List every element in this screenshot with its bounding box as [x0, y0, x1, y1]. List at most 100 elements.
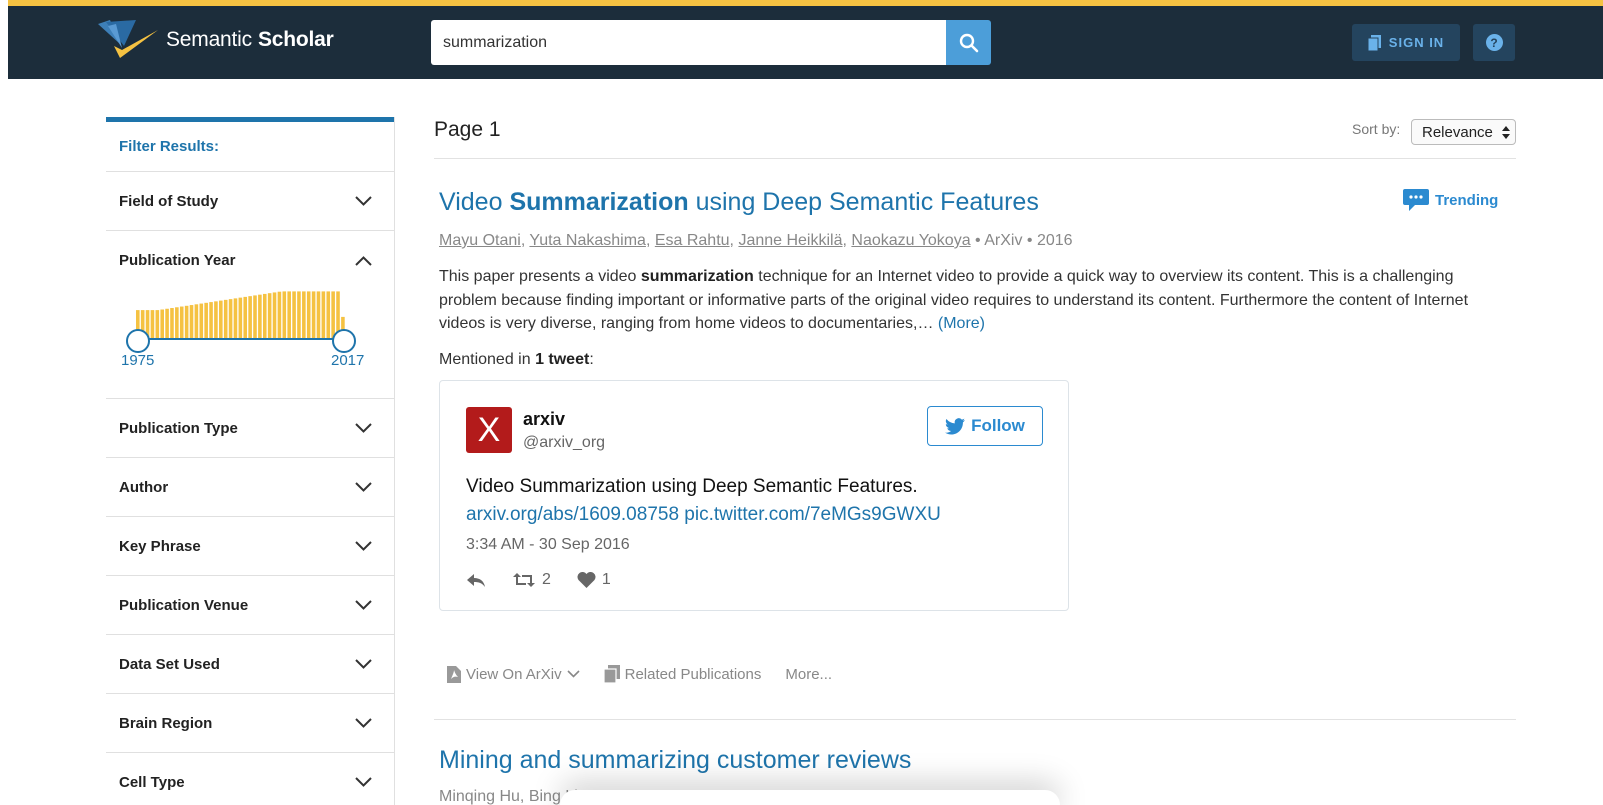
- related-publications-button[interactable]: Related Publications: [603, 665, 761, 683]
- retweet-count: 2: [542, 571, 551, 588]
- facet-field-of-study[interactable]: Field of Study: [106, 172, 394, 231]
- sign-in-button[interactable]: SIGN IN: [1352, 24, 1460, 61]
- search-bar: [431, 20, 991, 65]
- select-arrows-icon: [1502, 125, 1510, 139]
- trending-badge[interactable]: Trending: [1403, 188, 1498, 212]
- chevron-down-icon: [355, 600, 372, 610]
- tweet-text: Video Summarization using Deep Semantic …: [466, 476, 918, 497]
- histogram-bar: [311, 291, 316, 339]
- histogram-bar: [184, 305, 189, 339]
- heart-icon: [577, 572, 596, 588]
- histogram-bar: [238, 297, 243, 339]
- histogram-bars: [136, 291, 345, 339]
- paper-title-link[interactable]: Video Summarization using Deep Semantic …: [439, 188, 1039, 217]
- year-range-start-label: 1975: [121, 352, 155, 369]
- semantic-scholar-logo-icon: [98, 20, 158, 58]
- chevron-down-icon: [567, 670, 580, 678]
- tweet-author-name[interactable]: arxiv: [523, 409, 565, 430]
- histogram-bar: [179, 306, 184, 339]
- follow-label: Follow: [971, 416, 1025, 435]
- histogram-bar: [287, 291, 291, 339]
- logo-text-light: Semantic: [166, 28, 252, 51]
- more-actions-button[interactable]: More...: [785, 666, 832, 683]
- search-input[interactable]: [431, 20, 946, 65]
- paper-actions: View On ArXiv Related Publications More.…: [447, 665, 832, 683]
- filter-sidebar: Filter Results: Field of Study Publicati…: [106, 117, 395, 805]
- facet-author[interactable]: Author: [106, 458, 394, 517]
- histogram-bar: [150, 310, 155, 339]
- facet-publication-type[interactable]: Publication Type: [106, 399, 394, 458]
- divider: [434, 158, 1516, 159]
- histogram-bar: [233, 298, 238, 339]
- histogram-bar: [262, 293, 267, 339]
- search-icon: [959, 33, 978, 52]
- chevron-down-icon: [355, 423, 372, 433]
- logo[interactable]: Semantic Scholar: [96, 16, 334, 64]
- more-link[interactable]: (More): [938, 315, 985, 332]
- histogram-bar: [316, 291, 321, 339]
- mentioned-in-tweets: Mentioned in 1 tweet:: [439, 351, 594, 368]
- facet-data-set-used[interactable]: Data Set Used: [106, 635, 394, 694]
- help-button[interactable]: ?: [1473, 24, 1515, 61]
- chevron-down-icon: [355, 196, 372, 206]
- year-range-handle-end[interactable]: [332, 329, 356, 353]
- histogram-bar: [155, 310, 160, 339]
- documents-icon: [603, 665, 620, 683]
- author-link[interactable]: Mayu Otani: [439, 232, 521, 249]
- tweet-actions: 2 1: [466, 571, 611, 589]
- tweet-avatar[interactable]: X: [466, 407, 512, 453]
- author-link[interactable]: Naokazu Yokoya: [851, 232, 970, 249]
- facet-label: Field of Study: [119, 192, 219, 210]
- like-count: 1: [601, 571, 611, 588]
- tweet-retweet-button[interactable]: 2: [512, 571, 551, 589]
- tweet-author-handle[interactable]: @arxiv_org: [523, 434, 605, 452]
- tweet-reply-button[interactable]: [466, 573, 486, 588]
- paper-title-link[interactable]: Mining and summarizing customer reviews: [439, 746, 911, 775]
- histogram-bar: [209, 302, 213, 339]
- histogram-bar: [223, 299, 228, 339]
- facet-publication-year-header[interactable]: Publication Year: [106, 231, 394, 290]
- author-link[interactable]: Janne Heikkilä: [738, 232, 842, 249]
- histogram-bar: [306, 291, 311, 339]
- histogram-bar: [228, 299, 233, 339]
- facet-label: Author: [119, 478, 169, 496]
- histogram-bar: [170, 308, 174, 339]
- histogram-bar: [297, 291, 301, 339]
- document-icon: [1367, 34, 1381, 51]
- view-on-arxiv-button[interactable]: View On ArXiv: [447, 665, 580, 683]
- sort-select-value: Relevance: [1422, 123, 1493, 141]
- publication-year-histogram[interactable]: [136, 291, 346, 347]
- tweet-links[interactable]: arxiv.org/abs/1609.08758 pic.twitter.com…: [466, 504, 941, 526]
- facet-brain-region[interactable]: Brain Region: [106, 694, 394, 753]
- facet-key-phrase[interactable]: Key Phrase: [106, 517, 394, 576]
- facet-cell-type[interactable]: Cell Type: [106, 753, 394, 805]
- search-button[interactable]: [946, 20, 991, 65]
- facet-publication-venue[interactable]: Publication Venue: [106, 576, 394, 635]
- histogram-bar: [326, 291, 331, 339]
- tweet-like-button[interactable]: 1: [577, 571, 611, 589]
- author-link[interactable]: Yuta Nakashima: [529, 232, 646, 249]
- chevron-down-icon: [355, 482, 372, 492]
- author-link[interactable]: Esa Rahtu: [655, 232, 730, 249]
- histogram-bar: [194, 304, 199, 339]
- divider: [434, 719, 1516, 720]
- tweet-timestamp[interactable]: 3:34 AM - 30 Sep 2016: [466, 536, 630, 554]
- histogram-bar: [248, 296, 252, 339]
- chevron-down-icon: [355, 541, 372, 551]
- histogram-bar: [258, 294, 262, 339]
- histogram-bar: [189, 305, 194, 339]
- paper-abstract: This paper presents a video summarizatio…: [439, 268, 1469, 332]
- chevron-up-icon: [355, 255, 372, 266]
- year-range-end-label: 2017: [331, 352, 365, 369]
- histogram-bar: [302, 291, 306, 339]
- tweet-follow-button[interactable]: Follow: [927, 406, 1043, 446]
- chat-bubble-icon: [1403, 189, 1429, 211]
- sort-select[interactable]: Relevance: [1411, 119, 1516, 145]
- histogram-bar: [277, 291, 282, 339]
- reply-icon: [467, 573, 485, 587]
- year-range-handle-start[interactable]: [126, 329, 150, 353]
- facet-label: Publication Venue: [119, 596, 249, 614]
- facet-publication-year: Publication Year 1975 2017: [106, 231, 394, 399]
- paper-authors: Mayu Otani, Yuta Nakashima, Esa Rahtu, J…: [439, 232, 1073, 249]
- histogram-bar: [214, 301, 218, 339]
